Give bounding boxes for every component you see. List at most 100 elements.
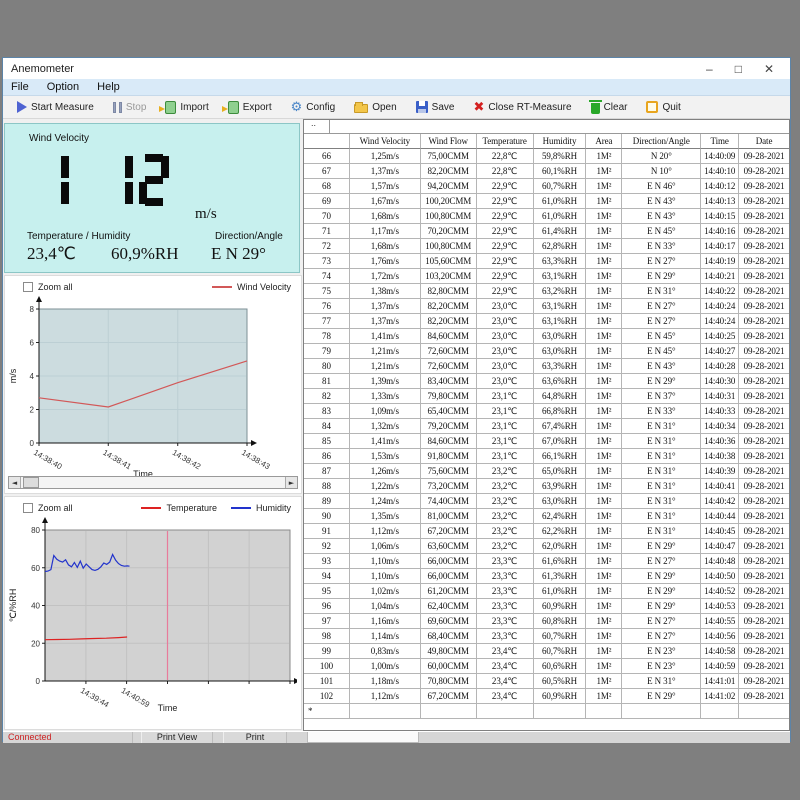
chart1-scrollbar[interactable]: ◄ ►: [8, 476, 298, 489]
menu-file[interactable]: File: [11, 81, 29, 93]
table-row[interactable]: 751,38m/s82,80CMM22,9℃63,2%RH1M²E N 31°1…: [304, 284, 789, 299]
save-button[interactable]: Save: [416, 101, 455, 113]
table-cell: 63,9%RH: [534, 479, 587, 494]
svg-text:0: 0: [36, 677, 41, 686]
table-row[interactable]: 851,41m/s84,60CMM23,1℃67,0%RH1M²E N 31°1…: [304, 434, 789, 449]
table-cell: 09-28-2021: [739, 344, 789, 359]
table-row[interactable]: 721,68m/s100,80CMM22,9℃62,8%RH1M²E N 33°…: [304, 239, 789, 254]
table-cell: 23,2℃: [477, 494, 534, 509]
table-cell: 91: [304, 524, 350, 539]
table-row[interactable]: 811,39m/s83,40CMM23,0℃63,6%RH1M²E N 29°1…: [304, 374, 789, 389]
table-row[interactable]: 691,67m/s100,20CMM22,9℃61,0%RH1M²E N 43°…: [304, 194, 789, 209]
table-row[interactable]: 941,10m/s66,00CMM23,3℃61,3%RH1M²E N 29°1…: [304, 569, 789, 584]
menu-help[interactable]: Help: [97, 81, 120, 93]
table-row[interactable]: 961,04m/s62,40CMM23,3℃60,9%RH1M²E N 29°1…: [304, 599, 789, 614]
table-cell: 66,8%RH: [534, 404, 587, 419]
table-row[interactable]: 891,24m/s74,40CMM23,2℃63,0%RH1M²E N 31°1…: [304, 494, 789, 509]
table-new-row[interactable]: *: [304, 704, 789, 719]
table-row[interactable]: 821,33m/s79,80CMM23,1℃64,8%RH1M²E N 37°1…: [304, 389, 789, 404]
start-measure-button[interactable]: Start Measure: [17, 101, 94, 113]
zoom-all-checkbox-1[interactable]: Zoom all: [23, 282, 73, 292]
column-header[interactable]: Temperature: [477, 134, 534, 149]
column-header[interactable]: Area: [586, 134, 622, 149]
table-cell: E N 43°: [622, 359, 701, 374]
clear-button[interactable]: Clear: [591, 101, 628, 114]
table-row[interactable]: 711,17m/s70,20CMM22,9℃61,4%RH1M²E N 45°1…: [304, 224, 789, 239]
table-row[interactable]: 1021,12m/s67,20CMM23,4℃60,9%RH1M²E N 29°…: [304, 689, 789, 704]
table-row[interactable]: 881,22m/s73,20CMM23,2℃63,9%RH1M²E N 31°1…: [304, 479, 789, 494]
table-row[interactable]: 791,21m/s72,60CMM23,0℃63,0%RH1M²E N 45°1…: [304, 344, 789, 359]
table-row[interactable]: 951,02m/s61,20CMM23,3℃61,0%RH1M²E N 29°1…: [304, 584, 789, 599]
table-cell: 60,9%RH: [534, 599, 587, 614]
import-button[interactable]: Import: [165, 101, 208, 114]
close-rt-measure-button[interactable]: ✖ Close RT-Measure: [473, 101, 571, 114]
table-cell: 22,9℃: [477, 239, 534, 254]
toolbar-button-label: Stop: [126, 102, 147, 113]
scrollbar-track[interactable]: [39, 477, 285, 488]
table-row[interactable]: 741,72m/s103,20CMM22,9℃63,1%RH1M²E N 29°…: [304, 269, 789, 284]
table-cell: 77: [304, 314, 350, 329]
export-button[interactable]: Export: [228, 101, 272, 114]
table-row[interactable]: 871,26m/s75,60CMM23,2℃65,0%RH1M²E N 31°1…: [304, 464, 789, 479]
table-cell: 84: [304, 419, 350, 434]
table-cell: 1M²: [586, 464, 622, 479]
column-header[interactable]: [304, 134, 350, 149]
scroll-right-icon[interactable]: ►: [285, 477, 297, 488]
table-cell: 1,37m/s: [350, 164, 421, 179]
measurement-table[interactable]: .. Wind VelocityWind FlowTemperatureHumi…: [303, 119, 790, 731]
column-header[interactable]: Direction/Angle: [622, 134, 701, 149]
table-row[interactable]: 801,21m/s72,60CMM23,0℃63,3%RH1M²E N 43°1…: [304, 359, 789, 374]
table-cell: E N 46°: [622, 179, 701, 194]
column-header[interactable]: Time: [701, 134, 739, 149]
lcd-display-panel: Wind Velocity m/s Temperature / Humidity…: [4, 123, 300, 273]
table-cell: 61,6%RH: [534, 554, 587, 569]
table-row[interactable]: 771,37m/s82,20CMM23,0℃63,1%RH1M²E N 27°1…: [304, 314, 789, 329]
scrollbar-thumb[interactable]: [23, 477, 39, 488]
table-row[interactable]: 981,14m/s68,40CMM23,3℃60,7%RH1M²E N 27°1…: [304, 629, 789, 644]
table-cell: E N 45°: [622, 344, 701, 359]
zoom-all-checkbox-2[interactable]: Zoom all: [23, 503, 73, 513]
table-row[interactable]: 761,37m/s82,20CMM23,0℃63,1%RH1M²E N 27°1…: [304, 299, 789, 314]
table-cell: 81,00CMM: [421, 509, 477, 524]
table-row[interactable]: 1001,00m/s60,00CMM23,4℃60,6%RH1M²E N 23°…: [304, 659, 789, 674]
column-header[interactable]: Humidity: [534, 134, 587, 149]
maximize-button[interactable]: □: [735, 62, 742, 76]
table-row[interactable]: 731,76m/s105,60CMM22,9℃63,3%RH1M²E N 27°…: [304, 254, 789, 269]
table-row[interactable]: 681,57m/s94,20CMM22,9℃60,7%RH1M²E N 46°1…: [304, 179, 789, 194]
table-cell: E N 31°: [622, 284, 701, 299]
table-cell: 74: [304, 269, 350, 284]
table-cell: 1M²: [586, 359, 622, 374]
table-row[interactable]: 971,16m/s69,60CMM23,3℃60,8%RH1M²E N 27°1…: [304, 614, 789, 629]
table-row[interactable]: 671,37m/s82,20CMM22,8℃60,1%RH1M²N 10°14:…: [304, 164, 789, 179]
menu-option[interactable]: Option: [47, 81, 79, 93]
quit-button[interactable]: Quit: [646, 101, 680, 113]
table-row[interactable]: 921,06m/s63,60CMM23,2℃62,0%RH1M²E N 29°1…: [304, 539, 789, 554]
close-button[interactable]: ✕: [764, 62, 774, 76]
table-row[interactable]: 781,41m/s84,60CMM23,0℃63,0%RH1M²E N 45°1…: [304, 329, 789, 344]
column-header[interactable]: Wind Velocity: [350, 134, 421, 149]
table-row[interactable]: 661,25m/s75,00CMM22,8℃59,8%RH1M²N 20°14:…: [304, 149, 789, 164]
column-header[interactable]: Date: [739, 134, 789, 149]
print-button[interactable]: Print: [223, 732, 287, 743]
table-row[interactable]: 701,68m/s100,80CMM22,9℃61,0%RH1M²E N 43°…: [304, 209, 789, 224]
temp-humidity-chart[interactable]: 02040608014:39:4414:40:59℃/%RHTime: [5, 517, 297, 714]
table-row[interactable]: 901,35m/s81,00CMM23,2℃62,4%RH1M²E N 31°1…: [304, 509, 789, 524]
table-row[interactable]: 911,12m/s67,20CMM23,2℃62,2%RH1M²E N 31°1…: [304, 524, 789, 539]
table-row[interactable]: 841,32m/s79,20CMM23,1℃67,4%RH1M²E N 31°1…: [304, 419, 789, 434]
wind-velocity-chart[interactable]: 0246814:38:4014:38:4114:38:4214:38:43m/s…: [5, 296, 297, 480]
table-cell: 70,20CMM: [421, 224, 477, 239]
table-cell: 09-28-2021: [739, 209, 789, 224]
stop-button[interactable]: Stop: [113, 102, 147, 113]
table-row[interactable]: 1011,18m/s70,80CMM23,4℃60,5%RH1M²E N 31°…: [304, 674, 789, 689]
minimize-button[interactable]: –: [706, 62, 713, 76]
config-button[interactable]: ⚙ Config: [291, 101, 336, 114]
print-view-button[interactable]: Print View: [141, 732, 213, 743]
column-header[interactable]: Wind Flow: [421, 134, 477, 149]
scroll-left-icon[interactable]: ◄: [9, 477, 21, 488]
table-cell: E N 31°: [622, 449, 701, 464]
open-button[interactable]: Open: [354, 101, 396, 113]
table-row[interactable]: 990,83m/s49,80CMM23,4℃60,7%RH1M²E N 23°1…: [304, 644, 789, 659]
table-row[interactable]: 931,10m/s66,00CMM23,3℃61,6%RH1M²E N 27°1…: [304, 554, 789, 569]
table-row[interactable]: 861,53m/s91,80CMM23,1℃66,1%RH1M²E N 31°1…: [304, 449, 789, 464]
table-row[interactable]: 831,09m/s65,40CMM23,1℃66,8%RH1M²E N 33°1…: [304, 404, 789, 419]
